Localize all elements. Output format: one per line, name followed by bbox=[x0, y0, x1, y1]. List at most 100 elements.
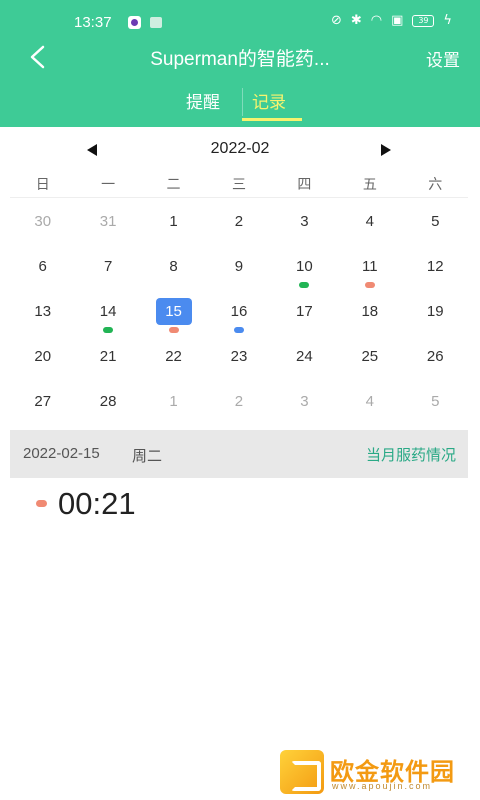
tab-remind[interactable]: 提醒 bbox=[186, 88, 220, 113]
calendar-day[interactable]: 12 bbox=[403, 244, 468, 289]
weekday-label: 五 bbox=[362, 177, 377, 193]
medication-status-dot bbox=[168, 327, 179, 333]
wifi-icon: ◠ bbox=[370, 13, 383, 28]
mute-icon: ⊘ bbox=[330, 13, 342, 28]
app-notification-icon bbox=[128, 16, 141, 29]
calendar-day-number: 4 bbox=[365, 393, 374, 410]
calendar-day[interactable]: 21 bbox=[75, 334, 140, 379]
calendar-day[interactable]: 24 bbox=[272, 334, 337, 379]
calendar-day[interactable]: 22 bbox=[141, 334, 206, 379]
bluetooth-icon: ✱ bbox=[350, 13, 362, 28]
calendar-day[interactable]: 4 bbox=[337, 199, 402, 244]
calendar-day[interactable]: 2 bbox=[206, 199, 271, 244]
calendar-day-number: 24 bbox=[296, 348, 313, 365]
calendar-day[interactable]: 7 bbox=[75, 244, 140, 289]
calendar-day-number: 1 bbox=[169, 393, 178, 410]
month-navigator: 2022-02 bbox=[0, 138, 480, 164]
calendar-day-number: 15 bbox=[165, 303, 182, 320]
selected-date: 2022-02-15 bbox=[23, 445, 100, 462]
calendar-day-number: 3 bbox=[300, 393, 309, 410]
page-title: Superman的智能药... bbox=[150, 49, 330, 70]
calendar-day[interactable]: 26 bbox=[403, 334, 468, 379]
status-icons: ⊘ ✱ ◠ ▣ 39 ϟ bbox=[331, 13, 452, 28]
calendar-day-number: 6 bbox=[38, 258, 47, 275]
calendar-day-number: 25 bbox=[361, 348, 379, 365]
sim-icon: ▣ bbox=[391, 13, 404, 28]
tab-bar: 提醒 记录 bbox=[0, 86, 480, 127]
calendar-day-number: 27 bbox=[34, 393, 52, 410]
weekday-label: 六 bbox=[428, 177, 443, 193]
monthly-medication-link[interactable]: 当月服药情况 bbox=[366, 444, 456, 465]
calendar-week-row: 6 7 8 9 10 11 12 bbox=[10, 244, 468, 289]
weekday-label: 三 bbox=[231, 177, 246, 193]
medication-status-dot bbox=[233, 327, 244, 333]
calendar-day[interactable]: 9 bbox=[206, 244, 271, 289]
calendar-day[interactable]: 31 bbox=[75, 199, 140, 244]
calendar-day[interactable]: 16 bbox=[206, 289, 271, 334]
calendar-week-row: 30 31 1 2 3 4 5 bbox=[10, 199, 468, 244]
calendar-day[interactable]: 1 bbox=[141, 379, 206, 424]
weekday-label: 二 bbox=[166, 177, 181, 193]
medication-status-dot bbox=[103, 327, 114, 333]
watermark-url: www.apoujin.com bbox=[332, 781, 433, 791]
calendar-day[interactable]: 14 bbox=[75, 289, 140, 334]
calendar-day-number: 3 bbox=[300, 213, 309, 230]
calendar-day-number: 7 bbox=[103, 258, 113, 275]
calendar-day-number: 13 bbox=[34, 303, 52, 320]
calendar-day[interactable]: 1 bbox=[141, 199, 206, 244]
calendar-day-number: 2 bbox=[234, 393, 244, 410]
calendar-day[interactable]: 17 bbox=[272, 289, 337, 334]
back-arrow-icon[interactable] bbox=[26, 45, 50, 69]
selected-weekday: 周二 bbox=[132, 447, 163, 465]
calendar-day[interactable]: 10 bbox=[272, 244, 337, 289]
calendar-day[interactable]: 25 bbox=[337, 334, 402, 379]
app-header: 13:37 ⊘ ✱ ◠ ▣ 39 ϟ Superman的智能药... 设置 提醒… bbox=[0, 0, 480, 127]
calendar-day[interactable]: 4 bbox=[337, 379, 402, 424]
calendar-day-number: 17 bbox=[296, 303, 313, 320]
calendar-day[interactable]: 19 bbox=[403, 289, 468, 334]
calendar-day[interactable]: 3 bbox=[272, 199, 337, 244]
calendar-day[interactable]: 3 bbox=[272, 379, 337, 424]
calendar-day[interactable]: 2 bbox=[206, 379, 271, 424]
month-label: 2022-02 bbox=[210, 140, 270, 157]
medication-status-dot bbox=[299, 282, 310, 288]
calendar-day[interactable]: 13 bbox=[10, 289, 75, 334]
record-time: 00:21 bbox=[58, 486, 136, 521]
calendar-day[interactable]: 8 bbox=[141, 244, 206, 289]
calendar-day-number: 26 bbox=[426, 348, 444, 365]
calendar-day-number: 2 bbox=[234, 213, 244, 230]
active-tab-indicator bbox=[242, 118, 302, 121]
calendar-day[interactable]: 11 bbox=[337, 244, 402, 289]
calendar-day-number: 28 bbox=[99, 393, 117, 410]
calendar-day-number: 12 bbox=[426, 258, 444, 275]
calendar-day-number: 10 bbox=[296, 258, 313, 275]
status-time: 13:37 bbox=[74, 14, 112, 31]
calendar-day[interactable]: 30 bbox=[10, 199, 75, 244]
tab-record[interactable]: 记录 bbox=[252, 88, 286, 113]
status-bar: 13:37 ⊘ ✱ ◠ ▣ 39 ϟ bbox=[0, 0, 480, 44]
calendar-day[interactable]: 18 bbox=[337, 289, 402, 334]
calendar-day-number: 22 bbox=[165, 348, 182, 365]
weekday-label: 四 bbox=[297, 177, 312, 193]
calendar-week-row: 20 21 22 23 24 25 26 bbox=[10, 334, 468, 379]
calendar-day[interactable]: 20 bbox=[10, 334, 75, 379]
calendar-day[interactable]: 23 bbox=[206, 334, 271, 379]
medication-status-dot bbox=[364, 282, 375, 288]
settings-button[interactable]: 设置 bbox=[426, 46, 460, 71]
calendar-day-number: 5 bbox=[431, 393, 440, 410]
watermark: 欧金软件园 www.apoujin.com bbox=[280, 750, 476, 796]
tab-divider bbox=[242, 88, 243, 116]
calendar-day-selected[interactable]: 15 bbox=[141, 289, 206, 334]
calendar-day-number: 30 bbox=[34, 213, 52, 230]
calendar-day-number: 18 bbox=[361, 303, 379, 320]
calendar-day-number: 19 bbox=[426, 303, 444, 320]
calendar-day[interactable]: 5 bbox=[403, 379, 468, 424]
calendar-day[interactable]: 27 bbox=[10, 379, 75, 424]
calendar-day[interactable]: 28 bbox=[75, 379, 140, 424]
calendar-day[interactable]: 5 bbox=[403, 199, 468, 244]
next-month-icon[interactable] bbox=[381, 144, 391, 156]
calendar-grid: 30 31 1 2 3 4 5 6 7 8 9 10 11 12 13 14 15 16 17 18 19 20 21 22 2… bbox=[10, 199, 468, 424]
calendar-day[interactable]: 6 bbox=[10, 244, 75, 289]
calendar-day-number: 5 bbox=[431, 213, 440, 230]
calendar-week-row: 13 14 15 16 17 18 19 bbox=[10, 289, 468, 334]
